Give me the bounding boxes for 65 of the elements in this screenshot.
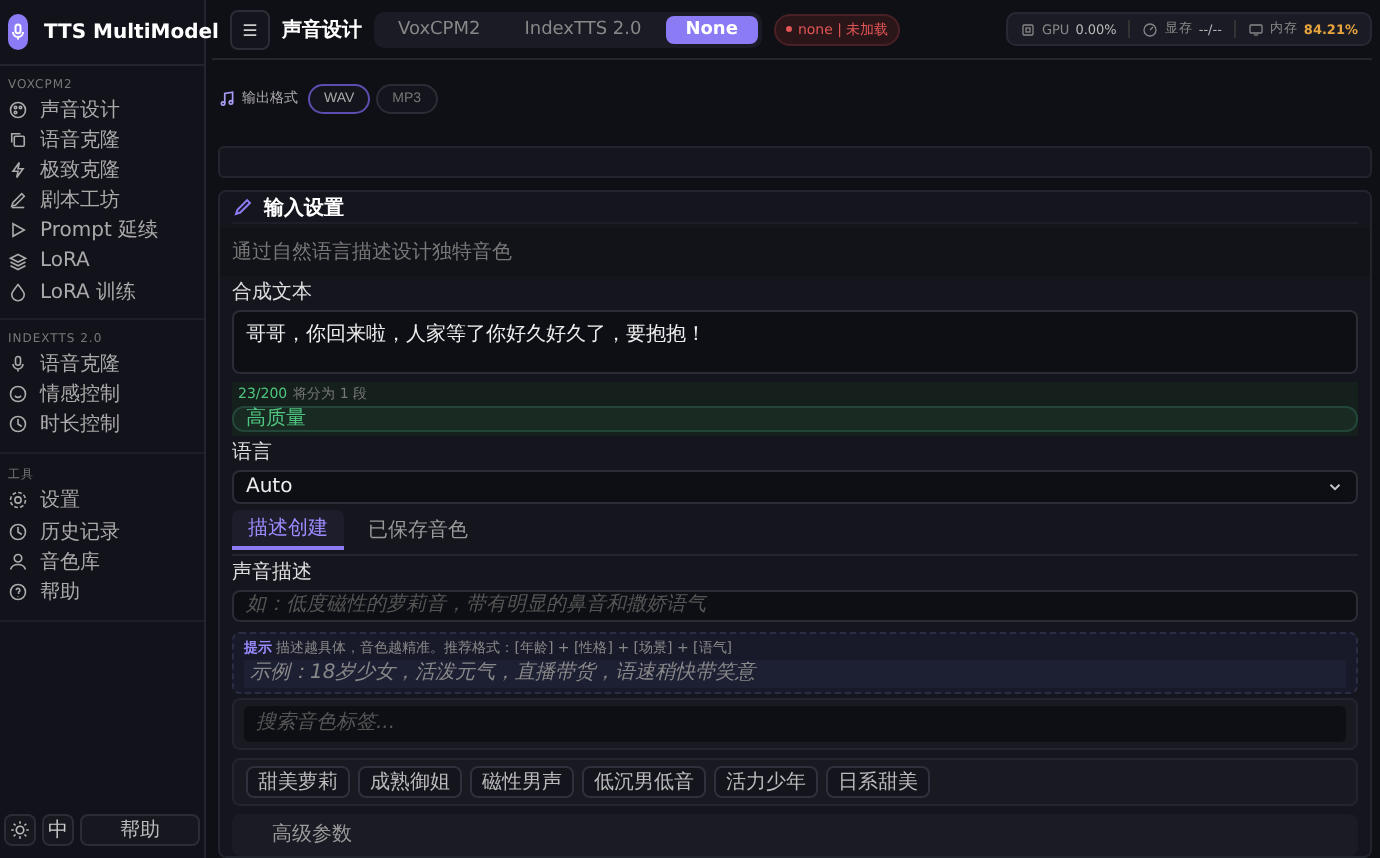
preset-chip[interactable]: 甜美萝莉 [246,765,350,798]
sidebar-item[interactable]: 语音克隆 [0,348,204,379]
field-label: 声音描述 [232,561,314,586]
music-note-icon [218,89,236,107]
card-subtitle: 通过自然语言描述设计独特音色 [220,228,1370,277]
clock-icon [8,521,28,542]
gauge-icon [1142,21,1159,37]
pencil-icon [8,190,28,211]
clock-icon [8,414,28,435]
menu-icon [240,19,260,39]
text-input-field[interactable]: 哥哥，你回来啦，人家等了你好久好久了，要抱抱！ [232,310,1358,374]
layers-icon [8,251,28,272]
sidebar-item[interactable]: 声音设计 [0,94,204,125]
field-label: 语言 [232,441,274,466]
person-icon [8,551,28,572]
sidebar-item[interactable]: 剧本工坊 [0,185,204,216]
sun-icon [10,820,30,840]
sidebar-item[interactable]: 极致克隆 [0,154,204,186]
preset-chip[interactable]: 成熟御姐 [358,765,462,798]
microphone-icon [8,353,28,374]
sidebar-item[interactable]: 历史记录 [0,516,204,547]
field-label: 合成文本 [232,282,314,307]
preset-chip[interactable]: 磁性男声 [470,765,574,798]
sidebar-item[interactable]: 语音克隆 [0,124,204,155]
preset-chip[interactable]: 日系甜美 [826,765,930,798]
menu-button[interactable] [230,9,270,49]
palette-icon [8,99,28,120]
preset-chip[interactable]: 低沉男低音 [582,765,706,798]
app-title: TTS MultiModel [44,21,219,43]
sidebar-item[interactable]: LoRA 训练 [0,276,204,307]
chip-icon [1019,21,1036,37]
play-icon [8,220,28,241]
theme-toggle-button[interactable] [4,814,36,846]
sidebar-item[interactable]: 音色库 [0,546,204,577]
sidebar-item[interactable]: 帮助 [0,576,204,608]
model-tab[interactable]: IndexTTS 2.0 [504,15,662,43]
quality-tag: 高质量 [232,405,1358,432]
help-icon [8,582,28,603]
language-button[interactable]: 中 [42,814,74,846]
page-title: 声音设计 [282,16,362,43]
droplet-icon [8,281,28,302]
sidebar-item[interactable]: 情感控制 [0,379,204,410]
sidebar-item[interactable]: Prompt 延续 [0,215,204,246]
settings-icon [8,490,28,511]
copy-icon [8,129,28,150]
example-text: 示例：18岁少女，活泼元气，直播带货，语速稍快带笑意 [244,659,1346,688]
sidebar-item[interactable]: 设置 [0,485,204,517]
pencil-icon [232,196,254,219]
smiley-icon [8,384,28,405]
tab[interactable]: 描述创建 [232,509,344,550]
card-title: 输入设置 [264,195,344,222]
tab[interactable]: 已保存音色 [352,509,484,550]
monitor-icon [1247,21,1264,37]
help-button[interactable]: 帮助 [80,814,200,846]
advanced-settings-panel[interactable]: 高级参数 [232,813,1358,856]
language-select[interactable]: Auto [232,469,1358,504]
microphone-icon [8,14,28,50]
advanced-settings-label: 高级参数 [272,823,352,846]
lightning-icon [8,159,28,180]
tag-search-field[interactable]: 搜索音色标签... [244,705,1346,742]
preset-chip[interactable]: 活力少年 [714,765,818,798]
sidebar-item[interactable]: LoRA [0,245,204,277]
model-tab[interactable]: VoxCPM2 [378,15,501,43]
sidebar-item[interactable]: 时长控制 [0,409,204,440]
voice-description-field[interactable]: 如：低度磁性的萝莉音，带有明显的鼻音和撒娇语气 [232,589,1358,622]
